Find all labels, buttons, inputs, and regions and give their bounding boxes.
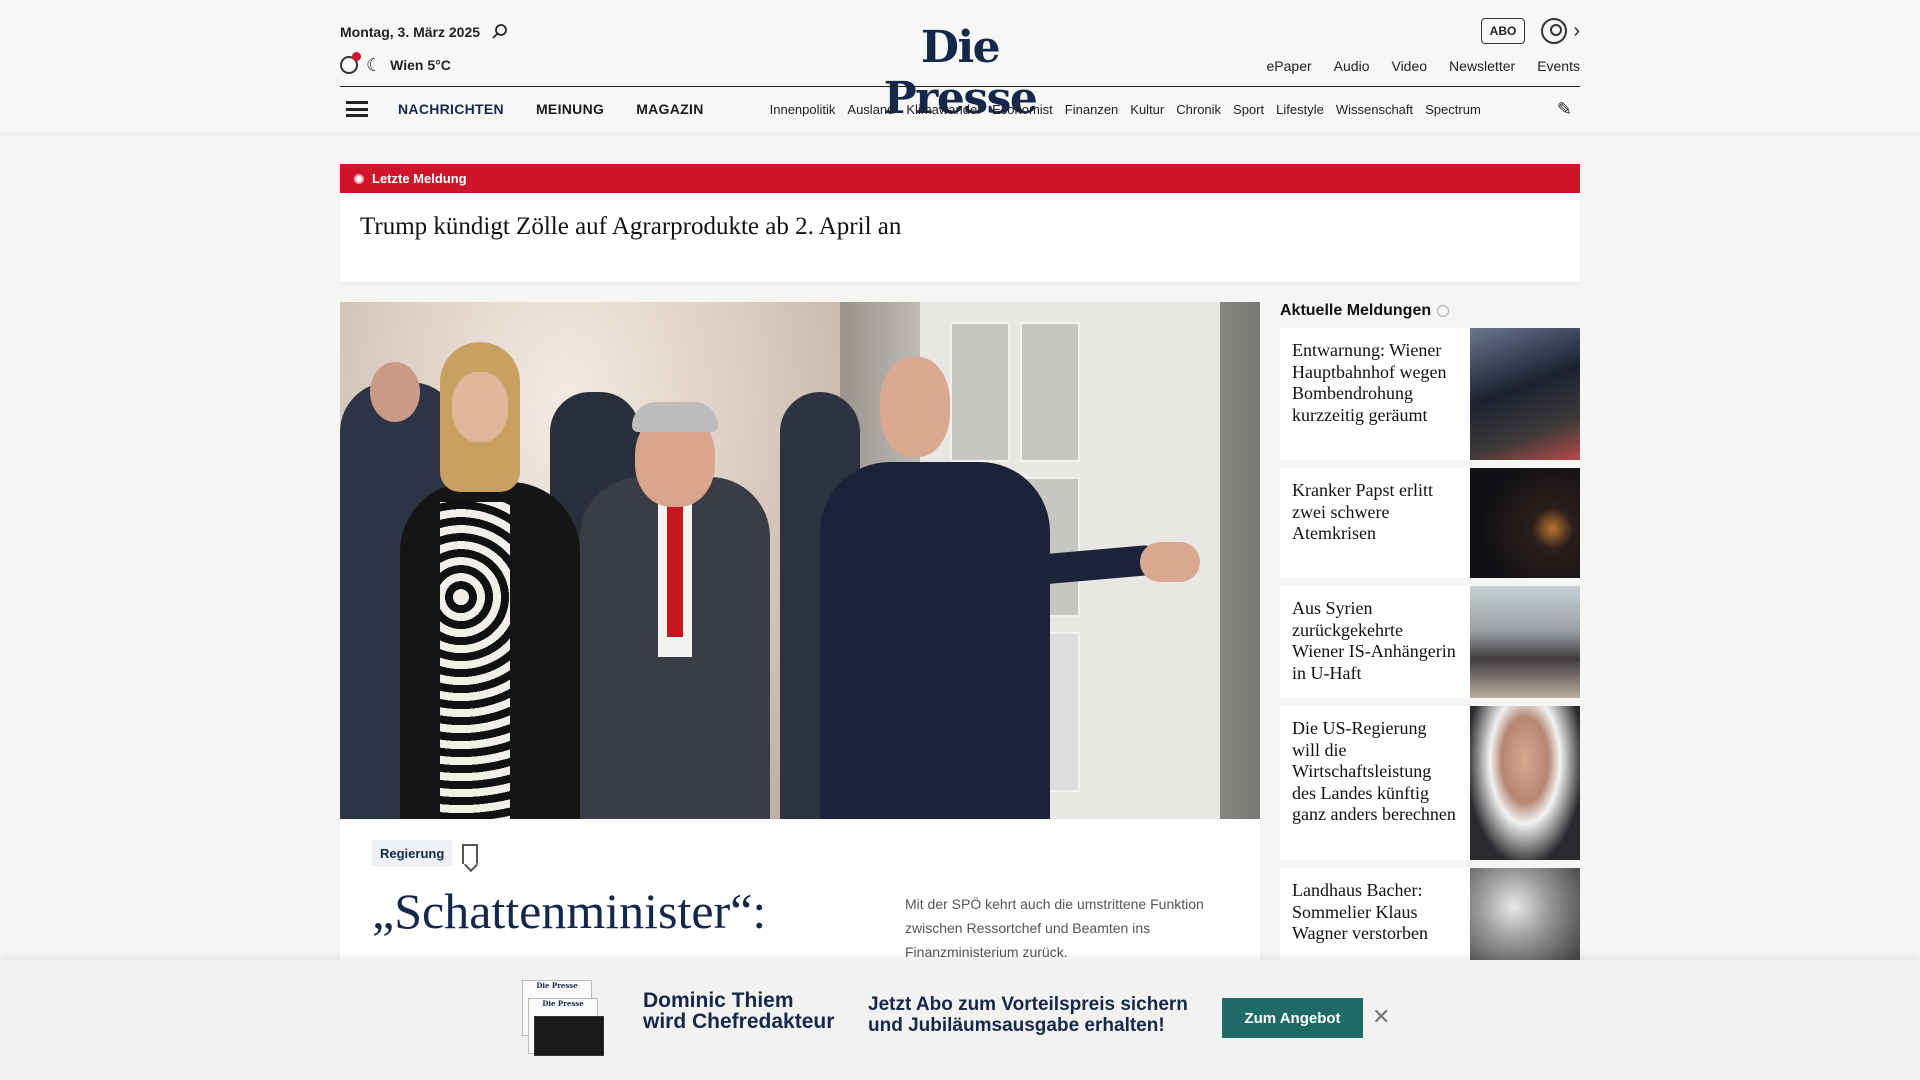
promo-text: Jetzt Abo zum Vorteilspreis sichern und … [868, 994, 1188, 1036]
nav-finanzen[interactable]: Finanzen [1065, 102, 1118, 117]
nav-ausland[interactable]: Ausland [847, 102, 894, 117]
subscription-promo-banner: Die Presse Die Presse Dominic Thiem wird… [0, 960, 1920, 1080]
list-item[interactable]: Kranker Papst erlitt zwei schwere Atemkr… [1280, 468, 1580, 578]
menu-icon[interactable] [346, 101, 368, 117]
list-item-title[interactable]: Kranker Papst erlitt zwei schwere Atemkr… [1280, 468, 1470, 578]
breaking-label-bar: Letzte Meldung [340, 164, 1580, 193]
live-dot-icon [354, 173, 364, 184]
link-events[interactable]: Events [1537, 58, 1580, 74]
weather-text: Wien 5°C [390, 57, 451, 73]
hero-image[interactable] [340, 302, 1260, 819]
current-date: Montag, 3. März 2025 [340, 24, 481, 40]
weather-row: ☾ Wien 5°C [340, 52, 451, 75]
list-item-title[interactable]: Entwarnung: Wiener Hauptbahnhof wegen Bo… [1280, 328, 1470, 460]
list-item[interactable]: Entwarnung: Wiener Hauptbahnhof wegen Bo… [1280, 328, 1580, 460]
list-item[interactable]: Aus Syrien zurückgekehrte Wiener IS-Anhä… [1280, 586, 1580, 698]
refresh-icon [1437, 305, 1450, 317]
nav-kultur[interactable]: Kultur [1130, 102, 1164, 117]
link-newsletter[interactable]: Newsletter [1449, 58, 1515, 74]
nav-sport[interactable]: Sport [1233, 102, 1264, 117]
hero-headline[interactable]: „Schattenminister“: [372, 882, 766, 940]
promo-title-line1: Dominic Thiem [643, 989, 794, 1012]
list-item-image[interactable] [1470, 586, 1580, 698]
nav-lifestyle[interactable]: Lifestyle [1276, 102, 1324, 117]
hero-teaser: Mit der SPÖ kehrt auch die umstrittene F… [905, 896, 1204, 960]
nav-innenpolitik[interactable]: Innenpolitik [770, 102, 836, 117]
bookmark-icon[interactable] [462, 843, 479, 864]
nav-meinung[interactable]: MEINUNG [536, 101, 604, 117]
list-item-title[interactable]: Die US-Regierung will die Wirtschaftslei… [1280, 706, 1470, 860]
sidebar-heading: Aktuelle Meldungen [1280, 302, 1580, 320]
link-audio[interactable]: Audio [1334, 58, 1370, 74]
breaking-label: Letzte Meldung [372, 171, 467, 186]
nav-spectrum[interactable]: Spectrum [1425, 102, 1481, 117]
chevron-right-icon[interactable]: › [1573, 20, 1580, 43]
newspaper-stack-image: Die Presse Die Presse [522, 980, 604, 1060]
promo-title: Dominic Thiem wird Chefredakteur [643, 990, 834, 1032]
link-video[interactable]: Video [1391, 58, 1427, 74]
clock-icon[interactable] [340, 52, 361, 74]
list-item-image[interactable] [1470, 868, 1580, 962]
breaking-headline[interactable]: Trump kündigt Zölle auf Agrarprodukte ab… [340, 193, 1580, 261]
site-header: Montag, 3. März 2025 ☾ Wien 5°C Die Pres… [0, 0, 1920, 132]
hero-article[interactable]: Regierung „Schattenminister“: Mit der SP… [340, 302, 1260, 962]
nav-klimawandel[interactable]: Klimawandel [906, 102, 980, 117]
latest-news-sidebar: Aktuelle Meldungen Entwarnung: Wiener Ha… [1280, 302, 1580, 962]
user-icon[interactable] [1541, 18, 1568, 44]
abo-button[interactable]: ABO [1480, 18, 1526, 44]
promo-title-line2: wird Chefredakteur [643, 1010, 835, 1033]
nav-chronik[interactable]: Chronik [1176, 102, 1221, 117]
nav-nachrichten[interactable]: NACHRICHTEN [398, 101, 504, 117]
nav-magazin[interactable]: MAGAZIN [636, 101, 703, 117]
subsection-nav: Innenpolitik Ausland Klimawandel Economi… [770, 102, 1530, 117]
nav-wissenschaft[interactable]: Wissenschaft [1336, 102, 1413, 117]
list-item[interactable]: Landhaus Bacher: Sommelier Klaus Wagner … [1280, 868, 1580, 962]
promo-text-line1: Jetzt Abo zum Vorteilspreis sichern [868, 994, 1188, 1015]
search-icon[interactable] [492, 24, 508, 40]
article-meta: Regierung [372, 840, 479, 867]
sidebar-title: Aktuelle Meldungen [1280, 302, 1432, 319]
category-tag[interactable]: Regierung [372, 840, 453, 867]
pencil-icon[interactable]: ✎ [1557, 99, 1572, 120]
account-area: ABO › [1480, 18, 1580, 44]
main-navigation: NACHRICHTEN MEINUNG MAGAZIN Innenpolitik… [340, 87, 1580, 131]
nav-economist[interactable]: Economist [992, 102, 1053, 117]
list-item-image[interactable] [1470, 468, 1580, 578]
moon-icon: ☾ [366, 55, 383, 75]
list-item-title[interactable]: Landhaus Bacher: Sommelier Klaus Wagner … [1280, 868, 1470, 962]
list-item-image[interactable] [1470, 328, 1580, 460]
section-nav: NACHRICHTEN MEINUNG MAGAZIN [398, 101, 704, 117]
list-item-title[interactable]: Aus Syrien zurückgekehrte Wiener IS-Anhä… [1280, 586, 1470, 698]
promo-text-line2: und Jubiläumsausgabe erhalten! [868, 1015, 1165, 1036]
link-epaper[interactable]: ePaper [1267, 58, 1312, 74]
breaking-news[interactable]: Letzte Meldung Trump kündigt Zölle auf A… [340, 164, 1580, 282]
header-links: ePaper Audio Video Newsletter Events [1267, 58, 1580, 74]
offer-button[interactable]: Zum Angebot [1222, 998, 1363, 1038]
date-row: Montag, 3. März 2025 [340, 24, 508, 40]
list-item[interactable]: Die US-Regierung will die Wirtschaftslei… [1280, 706, 1580, 860]
list-item-image[interactable] [1470, 706, 1580, 860]
close-icon[interactable]: ✕ [1372, 1004, 1390, 1030]
